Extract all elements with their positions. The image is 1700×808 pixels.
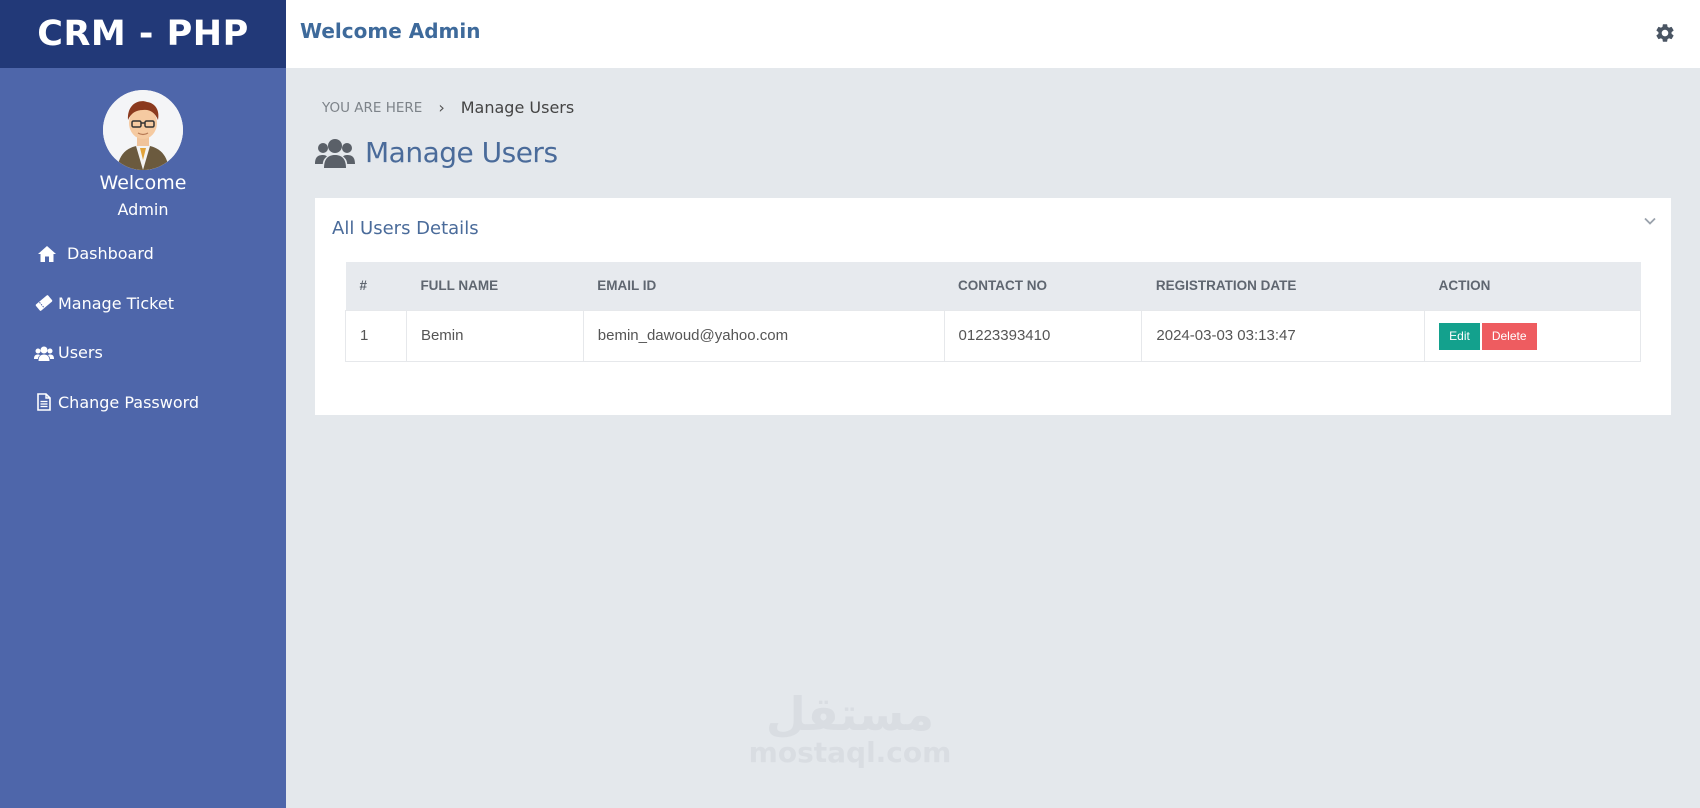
ticket-icon — [34, 293, 54, 313]
table-header-row: # FULL NAME EMAIL ID CONTACT NO REGISTRA… — [345, 262, 1641, 310]
delete-button[interactable]: Delete — [1481, 323, 1537, 350]
column-header: CONTACT NO — [944, 262, 1142, 310]
breadcrumb-prefix: YOU ARE HERE — [322, 99, 423, 116]
breadcrumb-separator: › — [438, 98, 445, 117]
chevron-down-icon[interactable] — [1643, 214, 1657, 228]
sidebar-item-label: Change Password — [58, 392, 200, 412]
sidebar-item-label: Users — [58, 343, 103, 363]
cell-full-name: Bemin — [405, 309, 584, 362]
column-header: FULL NAME — [406, 262, 584, 310]
header-title: Welcome Admin — [300, 19, 481, 43]
sidebar-item-dashboard[interactable]: Dashboard — [0, 229, 286, 279]
top-bar: Welcome Admin — [286, 0, 1700, 68]
users-icon — [315, 139, 355, 168]
panel-title: All Users Details — [332, 218, 479, 239]
sidebar: CRM - PHP Welcome Admin Dashboard Manage… — [0, 0, 286, 808]
column-header: REGISTRATION DATE — [1141, 262, 1425, 310]
users-panel: All Users Details # FULL NAME EMAIL ID C… — [315, 198, 1671, 415]
user-name: Admin — [117, 200, 169, 219]
sidebar-nav: Dashboard Manage Ticket Users Change Pas… — [0, 229, 286, 427]
sidebar-item-label: Dashboard — [67, 244, 154, 264]
sidebar-item-users[interactable]: Users — [0, 328, 286, 378]
column-header: EMAIL ID — [583, 262, 945, 310]
document-icon — [34, 392, 54, 412]
breadcrumb: YOU ARE HERE › Manage Users — [322, 98, 574, 117]
gear-icon[interactable] — [1654, 22, 1676, 44]
brand-title: CRM - PHP — [37, 14, 249, 54]
column-header: ACTION — [1424, 262, 1641, 310]
welcome-text: Welcome — [99, 172, 187, 194]
users-table: # FULL NAME EMAIL ID CONTACT NO REGISTRA… — [345, 262, 1641, 362]
cell-action: Edit Delete — [1424, 309, 1641, 362]
cell-email: bemin_dawoud@yahoo.com — [582, 309, 945, 362]
sidebar-item-manage-ticket[interactable]: Manage Ticket — [0, 279, 286, 329]
users-icon — [34, 343, 54, 363]
avatar — [103, 90, 183, 170]
cell-contact: 01223393410 — [943, 309, 1143, 362]
sidebar-item-label: Manage Ticket — [58, 293, 174, 313]
table-row: 1 Bemin bemin_dawoud@yahoo.com 012233934… — [345, 309, 1641, 362]
watermark-latin: mostaql.com — [748, 736, 952, 769]
watermark-arabic: مستقل — [765, 687, 935, 741]
profile: Welcome Admin — [0, 68, 286, 219]
sidebar-item-change-password[interactable]: Change Password — [0, 378, 286, 428]
cell-number: 1 — [345, 309, 407, 362]
cell-registration-date: 2024-03-03 03:13:47 — [1141, 309, 1426, 362]
watermark: مستقل mostaql.com — [745, 690, 955, 768]
breadcrumb-current: Manage Users — [460, 98, 575, 117]
page-title: Manage Users — [365, 135, 558, 169]
page-heading: Manage Users — [315, 134, 558, 170]
edit-button[interactable]: Edit — [1439, 323, 1480, 350]
column-header: # — [345, 262, 407, 310]
home-icon — [37, 244, 57, 264]
brand-bar: CRM - PHP — [0, 0, 286, 68]
